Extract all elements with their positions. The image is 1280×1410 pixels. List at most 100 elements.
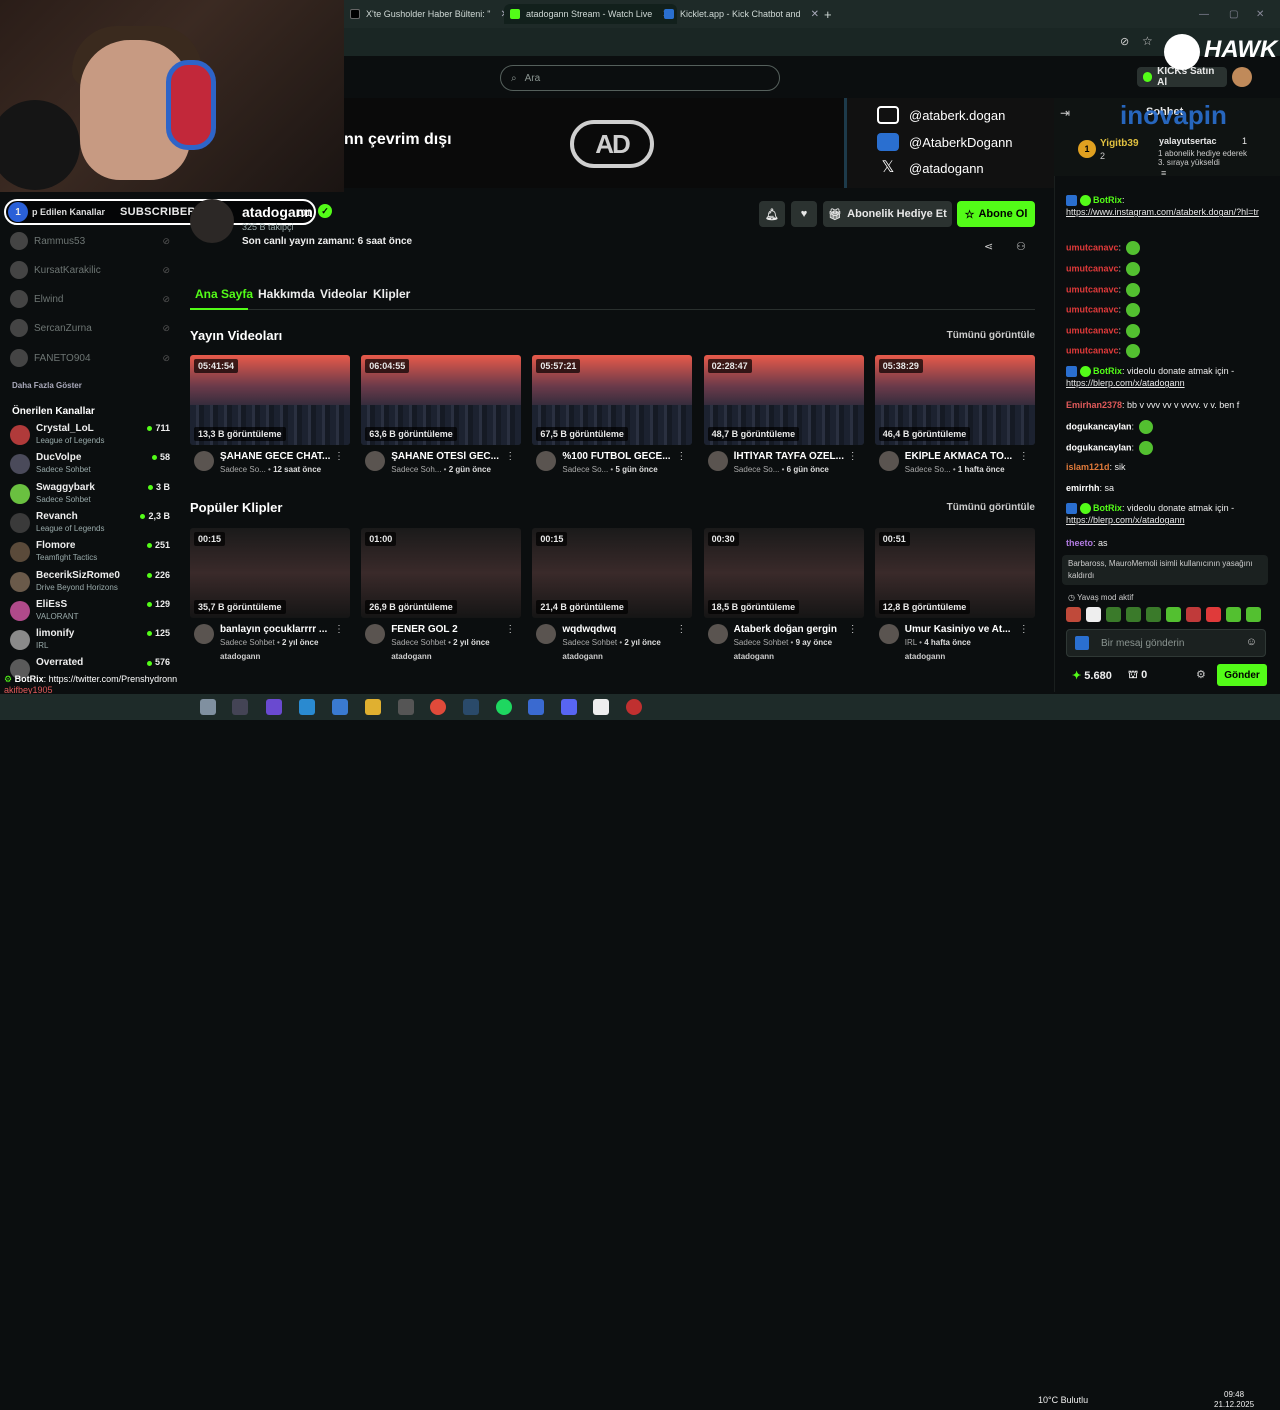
expand-icon[interactable]: ≡: [1161, 168, 1166, 178]
more-options-icon[interactable]: ⋮: [848, 624, 858, 635]
emote[interactable]: [1126, 607, 1141, 622]
card-category[interactable]: Sadece Sohbet: [734, 638, 789, 647]
minimize-button[interactable]: —: [1199, 4, 1209, 24]
discord-icon[interactable]: [561, 699, 577, 715]
thumbnail[interactable]: 05:57:21 67,5 B görüntüleme: [532, 355, 693, 445]
emote[interactable]: [1146, 607, 1161, 622]
card-category[interactable]: Sadece So...: [562, 465, 608, 474]
address-bar[interactable]: ⊘ ☆: [344, 28, 1280, 56]
card-category[interactable]: Sadece Sohbet: [562, 638, 617, 647]
tab-about[interactable]: Hakkımda: [258, 287, 315, 301]
edge-icon[interactable]: [299, 699, 315, 715]
tab-videos[interactable]: Videolar: [320, 287, 367, 301]
channel-avatar[interactable]: [190, 199, 234, 243]
chat-username[interactable]: islam121d: [1066, 462, 1110, 472]
chat-username[interactable]: umutcanavc: [1066, 263, 1119, 273]
avatar[interactable]: [707, 624, 728, 644]
thumbnail[interactable]: 00:15 21,4 B görüntüleme: [532, 528, 693, 618]
more-options-icon[interactable]: ⋮: [1019, 624, 1029, 635]
top-gifter-name[interactable]: Yigitb39: [1100, 138, 1139, 149]
chat-username[interactable]: umutcanavc: [1066, 284, 1119, 294]
chat-username[interactable]: dogukancaylan: [1066, 442, 1132, 452]
chat-username[interactable]: theeto: [1066, 538, 1093, 548]
more-options-icon[interactable]: ⋮: [334, 451, 344, 462]
card-title[interactable]: Umur Kasiniyo ve At...: [905, 624, 1025, 635]
recommended-channel[interactable]: DucVolpe Sadece Sohbet 58: [10, 450, 170, 478]
notification-bell-button[interactable]: 🔔︎: [759, 201, 785, 227]
recommended-channel[interactable]: limonify IRL 125: [10, 626, 170, 654]
emote[interactable]: [1066, 607, 1081, 622]
card-title[interactable]: banlayın çocuklarrrr ...: [220, 624, 340, 635]
recommended-channel[interactable]: Swaggybark Sadece Sohbet 3 B: [10, 480, 170, 508]
recommended-channel[interactable]: Flomore Teamfight Tactics 251: [10, 538, 170, 566]
avatar[interactable]: [194, 624, 214, 644]
thumbnail[interactable]: 02:28:47 48,7 B görüntüleme: [703, 355, 864, 445]
card-title[interactable]: İHTİYAR TAYFA ÖZEL...: [734, 451, 854, 462]
thumbnail[interactable]: 00:30 18,5 B görüntüleme: [703, 528, 864, 618]
emote[interactable]: [1106, 607, 1121, 622]
channel-name[interactable]: atadogann: [242, 204, 313, 220]
tab-home[interactable]: Ana Sayfa: [195, 287, 253, 301]
chat-username[interactable]: umutcanavc: [1066, 325, 1119, 335]
new-tab-button[interactable]: +: [824, 4, 832, 24]
browser-tab-kick[interactable]: atadogann Stream - Watch Live✕: [504, 4, 677, 24]
chat-input[interactable]: Bir mesaj gönderin ☺: [1066, 629, 1266, 657]
card-category[interactable]: IRL: [905, 638, 917, 647]
tab-clips[interactable]: Klipler: [373, 287, 410, 301]
avatar[interactable]: [536, 451, 557, 471]
avatar[interactable]: [194, 451, 214, 471]
card-title[interactable]: FENER GOL 2: [391, 624, 511, 635]
chat-username[interactable]: dogukancaylan: [1066, 421, 1132, 431]
folder-icon[interactable]: [365, 699, 381, 715]
card-category[interactable]: Sadece So...: [734, 465, 780, 474]
sidebar-followed-channel[interactable]: SercanZurna ⊘: [10, 317, 170, 339]
start-icon[interactable]: [200, 699, 216, 715]
emote[interactable]: [1086, 607, 1101, 622]
card-channel[interactable]: atadogann: [734, 652, 774, 661]
gear-icon[interactable]: ⚙: [1196, 668, 1206, 681]
chat-username[interactable]: umutcanavc: [1066, 345, 1119, 355]
star-icon[interactable]: ☆: [1142, 34, 1153, 48]
recommended-channel[interactable]: EliEsS VALORANT 129: [10, 597, 170, 625]
card-title[interactable]: Ataberk doğan gergin: [734, 624, 854, 635]
steam-icon[interactable]: [463, 699, 479, 715]
eye-off-icon[interactable]: ⊘: [1120, 35, 1129, 48]
copilot-icon[interactable]: [266, 699, 282, 715]
chat-link[interactable]: https://blerp.com/x/atadogann: [1066, 515, 1185, 525]
thumbnail[interactable]: 05:41:54 13,3 B görüntüleme: [190, 355, 350, 445]
card-category[interactable]: Sadece Sohbet: [220, 638, 275, 647]
chat-link[interactable]: https://blerp.com/x/atadogann: [1066, 378, 1185, 388]
avatar[interactable]: [878, 451, 899, 471]
subscribe-button[interactable]: ☆ Abone Ol: [957, 201, 1035, 227]
user-icon[interactable]: ⚇: [1016, 240, 1026, 253]
share-icon[interactable]: ⋖: [984, 240, 993, 253]
chat-username[interactable]: emirrhh: [1066, 483, 1100, 493]
capcut-icon[interactable]: [593, 699, 609, 715]
task-view-icon[interactable]: [232, 699, 248, 715]
gifter-name[interactable]: yalayutsertac: [1159, 136, 1217, 146]
sidebar-followed-channel[interactable]: KursatKarakilic ⊘: [10, 259, 170, 281]
card-title[interactable]: %100 FUTBOL GECE...: [562, 451, 682, 462]
clips-see-all-link[interactable]: Tümünü görüntüle: [947, 502, 1035, 513]
xbox-icon[interactable]: [398, 699, 414, 715]
spotify-icon[interactable]: [496, 699, 512, 715]
weather-widget[interactable]: 10°C Bulutlu: [1038, 1395, 1088, 1405]
thumbnail[interactable]: 05:38:29 46,4 B görüntüleme: [874, 355, 1035, 445]
card-category[interactable]: Sadece Sohbet: [391, 638, 446, 647]
emote[interactable]: [1246, 607, 1261, 622]
chat-username[interactable]: umutcanavc: [1066, 304, 1119, 314]
more-options-icon[interactable]: ⋮: [505, 451, 515, 462]
videos-see-all-link[interactable]: Tümünü görüntüle: [947, 330, 1035, 341]
chat-username[interactable]: umutcanavc: [1066, 242, 1119, 252]
card-title[interactable]: ŞAHANE ÖTESİ GEC...: [391, 451, 511, 462]
sidebar-followed-channel[interactable]: Elwind ⊘: [10, 288, 170, 310]
chrome-icon[interactable]: [430, 699, 446, 715]
more-options-icon[interactable]: ⋮: [1019, 451, 1029, 462]
follow-heart-button[interactable]: ♥: [791, 201, 817, 227]
avatar[interactable]: [707, 451, 728, 471]
avatar[interactable]: [365, 451, 386, 471]
chat-link[interactable]: https://www.instagram.com/ataberk.dogan/…: [1066, 207, 1259, 217]
card-channel[interactable]: atadogann: [220, 652, 260, 661]
obs-icon[interactable]: [626, 699, 642, 715]
kicks-balance[interactable]: ✦ 5.680: [1072, 669, 1112, 682]
